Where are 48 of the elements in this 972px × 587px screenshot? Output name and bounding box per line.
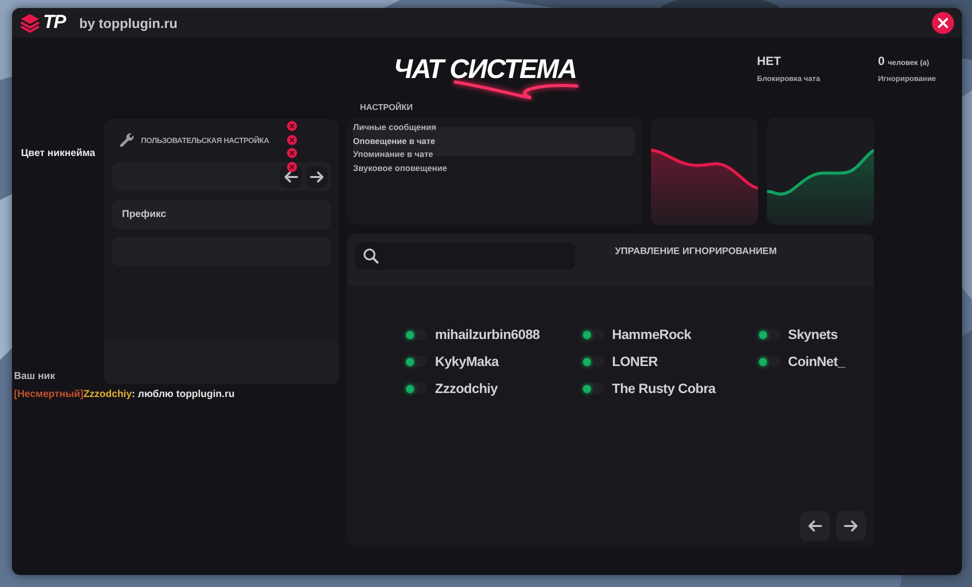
arrow-right-icon xyxy=(310,170,324,182)
user-name: CoinNet_ xyxy=(788,354,845,369)
toggle-switch[interactable] xyxy=(405,356,427,367)
toggle-switch[interactable] xyxy=(582,356,604,367)
section-title: НАСТРОЙКИ xyxy=(360,102,413,112)
field-label: Цвет никнейма xyxy=(21,148,96,159)
next-button[interactable] xyxy=(836,511,866,541)
page-heading: ЧАТ СИСТЕМА xyxy=(394,54,576,84)
toggle-switch[interactable] xyxy=(758,356,780,367)
settings-item[interactable]: Упоминание в чате xyxy=(353,148,637,162)
user-name: The Rusty Cobra xyxy=(612,381,716,396)
close-icon xyxy=(938,18,948,28)
user-name: HammeRock xyxy=(612,327,692,342)
toggle-switch[interactable] xyxy=(405,383,427,394)
color-field[interactable] xyxy=(112,162,331,191)
toggle-switch[interactable] xyxy=(582,383,604,394)
user-name: LONER xyxy=(612,354,658,369)
arrow-left-icon xyxy=(284,170,298,182)
arrow-right-icon xyxy=(844,520,858,532)
settings-item[interactable]: Оповещение в чате xyxy=(353,134,637,148)
remove-icon[interactable] xyxy=(287,134,297,145)
user-name: KykyMaka xyxy=(435,354,499,369)
previous-button[interactable] xyxy=(800,511,830,541)
search-icon xyxy=(363,248,379,264)
user-name: mihailzurbin6088 xyxy=(435,327,540,342)
search-field[interactable] xyxy=(355,242,575,270)
user-name: Zzzodchiy xyxy=(435,381,498,396)
next-button[interactable] xyxy=(306,166,328,188)
logo-text: TP xyxy=(43,12,66,34)
panel-title: УПРАВЛЕНИЕ ИГНОРИРОВАНИЕМ xyxy=(615,246,777,257)
chat-message: [Несмертный]Zzzodchiy: люблю topplugin.ru xyxy=(14,389,235,400)
field-label: Ваш ник xyxy=(14,371,56,382)
remove-icon[interactable] xyxy=(287,148,297,158)
settings-item[interactable]: Личные сообщения xyxy=(353,121,637,135)
window-title: by topplugin.ru xyxy=(79,16,178,30)
prefix-field[interactable]: Префикс xyxy=(112,200,331,229)
remove-icon[interactable] xyxy=(287,121,297,131)
user-name: Skynets xyxy=(788,327,838,342)
toggle-switch[interactable] xyxy=(405,329,427,340)
layers-icon xyxy=(20,13,40,33)
settings-item[interactable]: Звуковое оповещение xyxy=(353,162,637,176)
stat-value: 0 xyxy=(878,54,885,68)
stat-value: НЕТ xyxy=(757,54,781,68)
toggle-switch[interactable] xyxy=(758,329,780,340)
toggle-switch[interactable] xyxy=(582,329,604,340)
close-button[interactable] xyxy=(932,12,954,34)
wrench-icon xyxy=(119,132,135,148)
arrow-left-icon xyxy=(808,520,822,532)
